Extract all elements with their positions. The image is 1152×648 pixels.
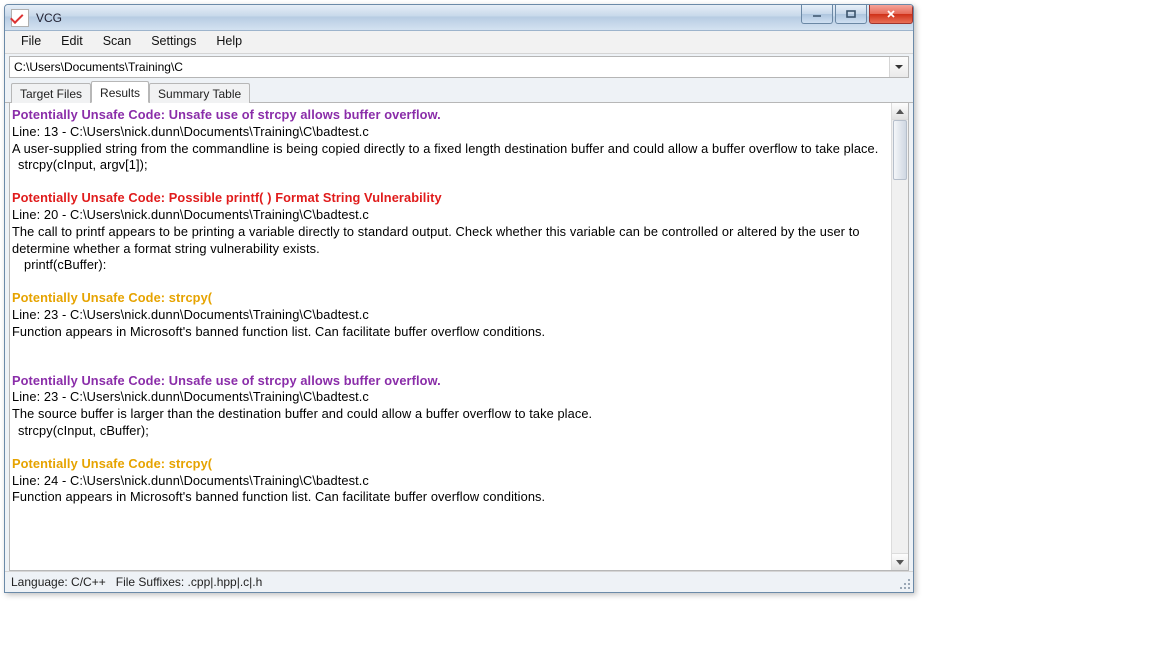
finding-location: Line: 20 - C:\Users\nick.dunn\Documents\… — [12, 207, 887, 224]
content-area: Potentially Unsafe Code: Unsafe use of s… — [9, 103, 909, 571]
finding-location: Line: 13 - C:\Users\nick.dunn\Documents\… — [12, 124, 887, 141]
finding-description: The call to printf appears to be printin… — [12, 224, 887, 258]
vertical-scrollbar[interactable] — [891, 103, 908, 570]
tab-results[interactable]: Results — [91, 81, 149, 103]
minimize-icon — [810, 9, 824, 19]
menu-bar: File Edit Scan Settings Help — [5, 31, 913, 54]
chevron-down-icon — [895, 65, 903, 69]
close-icon — [884, 9, 898, 19]
tab-strip: Target Files Results Summary Table — [5, 80, 913, 103]
app-icon — [11, 9, 29, 27]
minimize-button[interactable] — [801, 5, 833, 24]
finding: Potentially Unsafe Code: Unsafe use of s… — [12, 107, 887, 174]
finding-title: Potentially Unsafe Code: strcpy( — [12, 290, 887, 307]
close-button[interactable] — [869, 5, 913, 24]
finding: Potentially Unsafe Code: Unsafe use of s… — [12, 373, 887, 440]
path-input[interactable] — [10, 57, 889, 77]
finding-description: The source buffer is larger than the des… — [12, 406, 887, 423]
maximize-button[interactable] — [835, 5, 867, 24]
title-bar[interactable]: VCG — [5, 5, 913, 31]
menu-scan[interactable]: Scan — [93, 31, 142, 53]
finding-title: Potentially Unsafe Code: Unsafe use of s… — [12, 373, 887, 390]
scroll-thumb[interactable] — [893, 120, 907, 180]
finding-code: printf(cBuffer): — [12, 257, 887, 274]
tab-target-files[interactable]: Target Files — [11, 83, 91, 103]
tab-summary-table[interactable]: Summary Table — [149, 83, 250, 103]
app-window: VCG File Edit Scan Settings Help Target … — [4, 4, 914, 593]
finding-title: Potentially Unsafe Code: Unsafe use of s… — [12, 107, 887, 124]
path-bar — [9, 56, 909, 78]
scroll-down-button[interactable] — [892, 553, 908, 570]
finding-title: Potentially Unsafe Code: strcpy( — [12, 456, 887, 473]
path-dropdown-button[interactable] — [889, 57, 908, 77]
finding-location: Line: 23 - C:\Users\nick.dunn\Documents\… — [12, 389, 887, 406]
status-suffixes: File Suffixes: .cpp|.hpp|.c|.h — [116, 575, 263, 589]
finding: Potentially Unsafe Code: strcpy( Line: 2… — [12, 456, 887, 506]
status-bar: Language: C/C++ File Suffixes: .cpp|.hpp… — [5, 571, 913, 592]
finding: Potentially Unsafe Code: strcpy( Line: 2… — [12, 290, 887, 340]
menu-help[interactable]: Help — [206, 31, 252, 53]
menu-settings[interactable]: Settings — [141, 31, 206, 53]
maximize-icon — [844, 9, 858, 19]
results-view[interactable]: Potentially Unsafe Code: Unsafe use of s… — [10, 103, 891, 570]
finding-code: strcpy(cInput, argv[1]); — [12, 157, 887, 174]
chevron-up-icon — [896, 109, 904, 114]
scroll-track[interactable] — [892, 120, 908, 553]
finding-description: Function appears in Microsoft's banned f… — [12, 324, 887, 341]
finding-code: strcpy(cInput, cBuffer); — [12, 423, 887, 440]
finding-location: Line: 23 - C:\Users\nick.dunn\Documents\… — [12, 307, 887, 324]
menu-file[interactable]: File — [11, 31, 51, 53]
chevron-down-icon — [896, 560, 904, 565]
results-frame: Potentially Unsafe Code: Unsafe use of s… — [9, 103, 909, 571]
finding-description: Function appears in Microsoft's banned f… — [12, 489, 887, 506]
window-title: VCG — [34, 11, 801, 25]
window-buttons — [801, 5, 913, 30]
resize-grip[interactable] — [898, 577, 912, 591]
finding-location: Line: 24 - C:\Users\nick.dunn\Documents\… — [12, 473, 887, 490]
menu-edit[interactable]: Edit — [51, 31, 93, 53]
finding-title: Potentially Unsafe Code: Possible printf… — [12, 190, 887, 207]
finding-description: A user-supplied string from the commandl… — [12, 141, 887, 158]
finding: Potentially Unsafe Code: Possible printf… — [12, 190, 887, 274]
status-language: Language: C/C++ — [11, 575, 106, 589]
scroll-up-button[interactable] — [892, 103, 908, 120]
